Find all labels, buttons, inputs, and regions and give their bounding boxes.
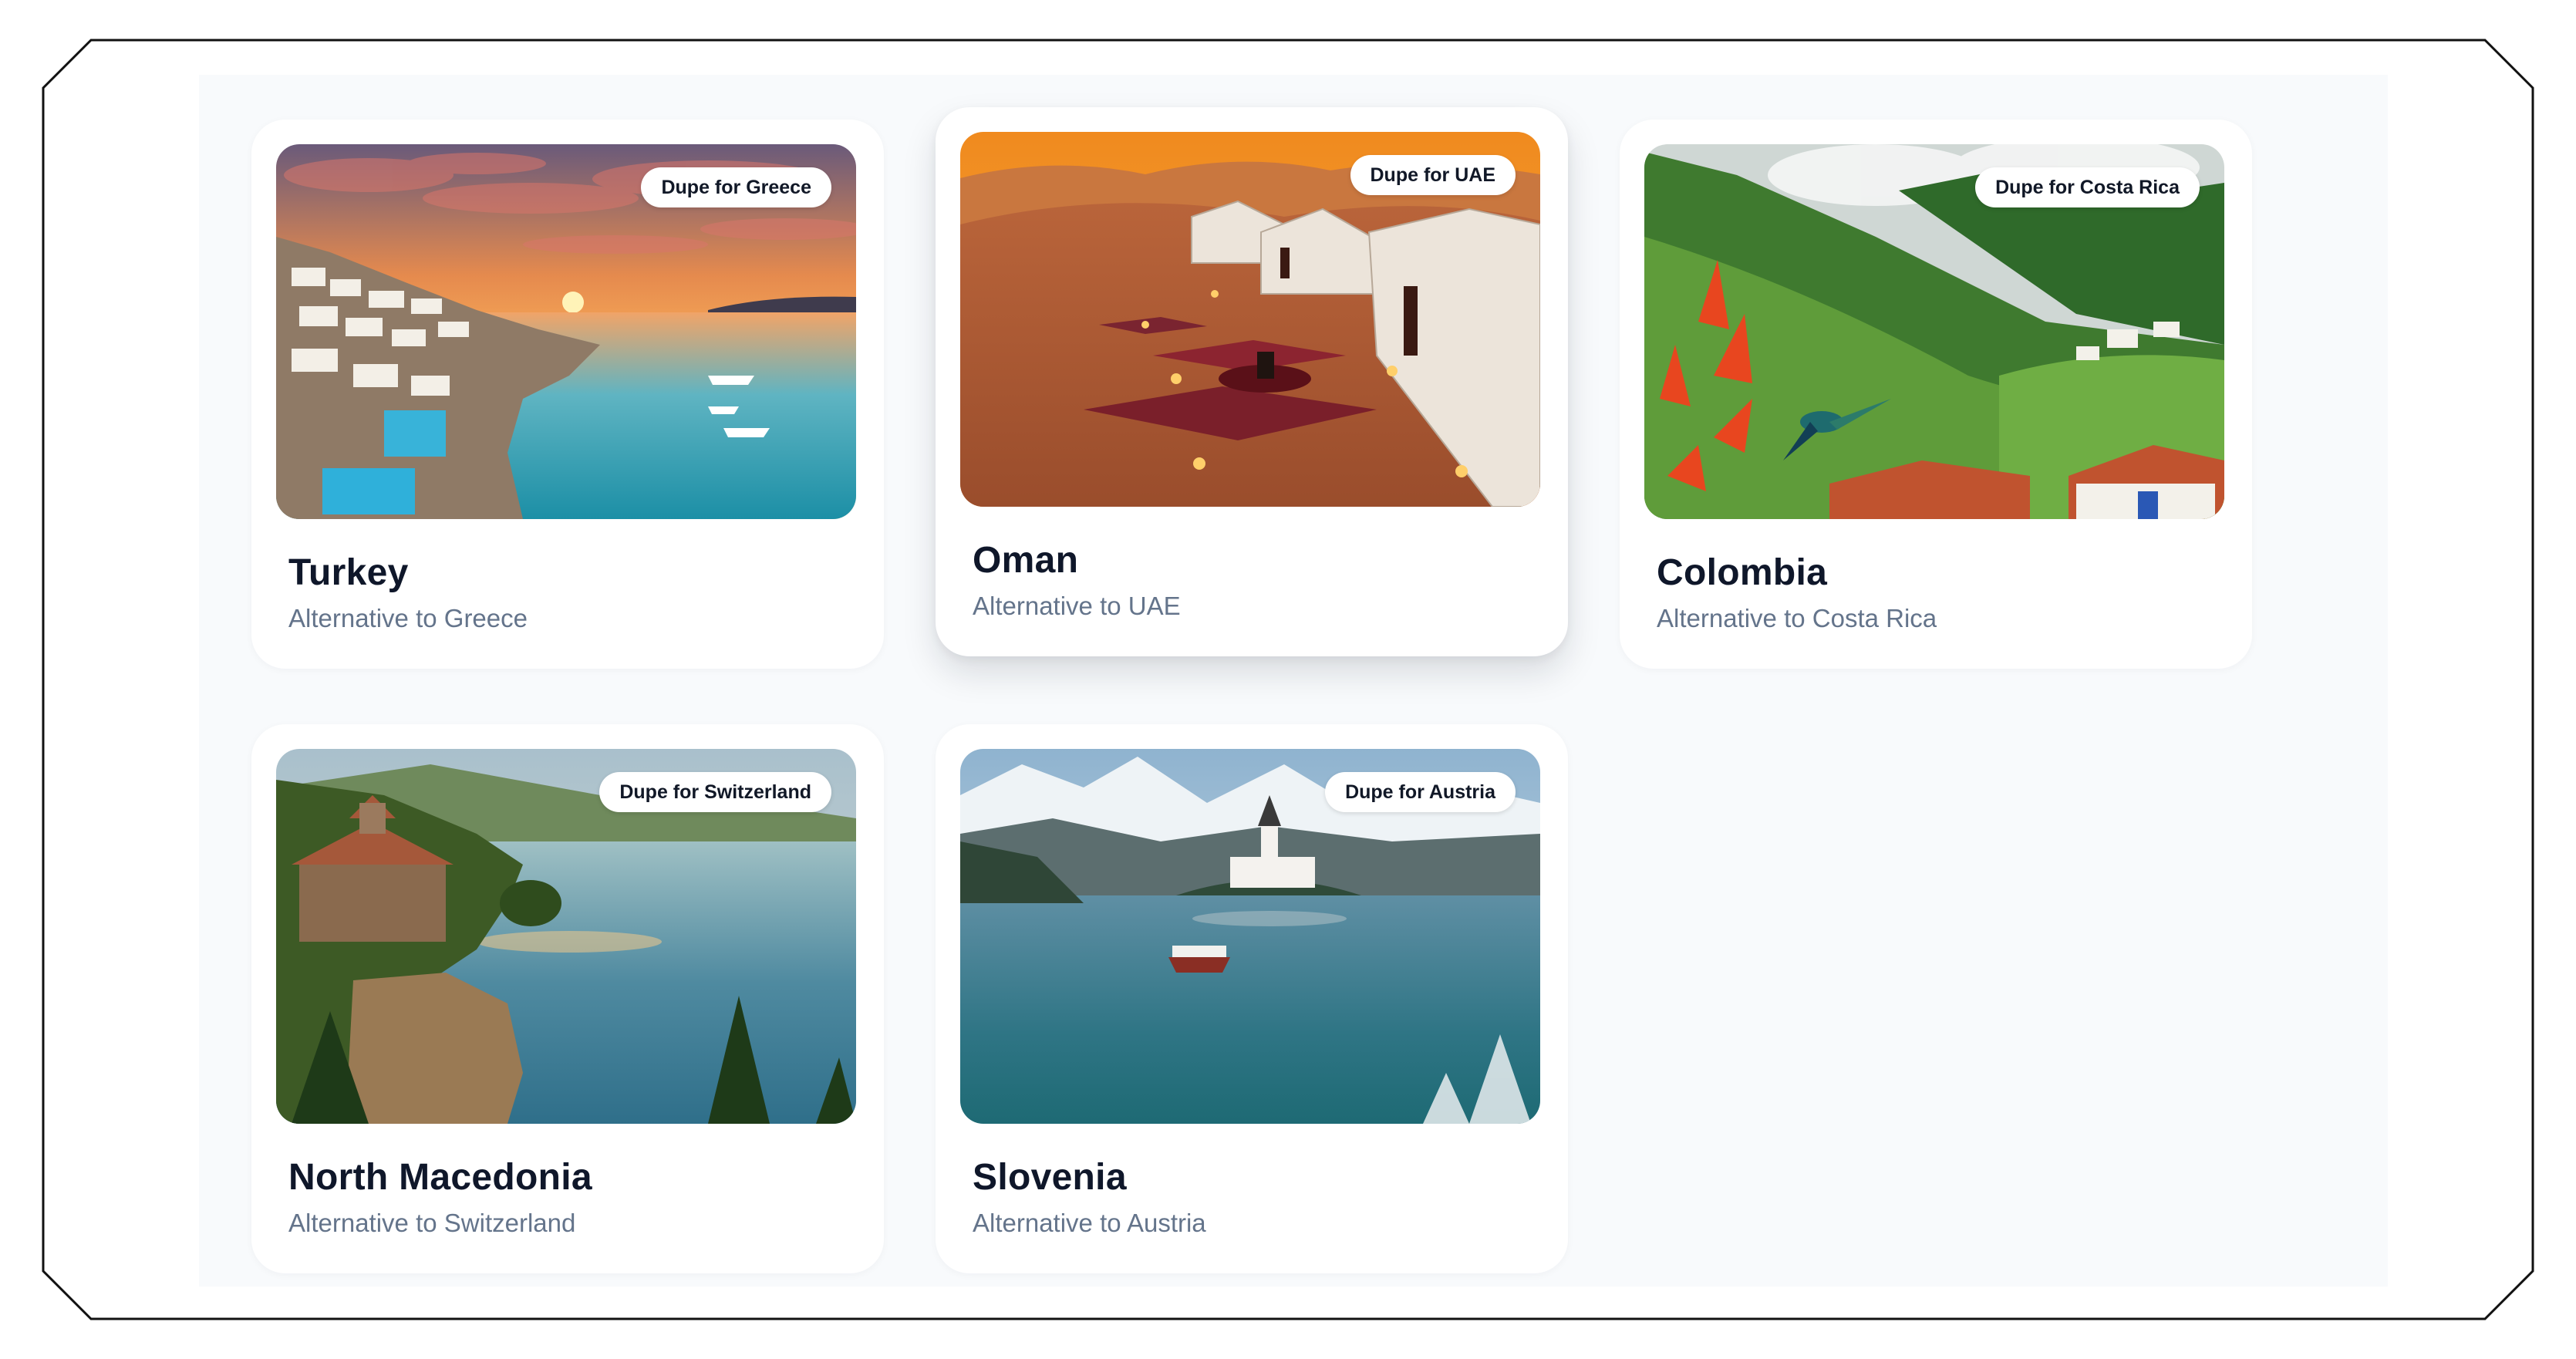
destination-name: Slovenia (973, 1157, 1127, 1198)
destination-card-oman[interactable]: Dupe for UAE Oman Alternative to UAE (936, 107, 1568, 656)
destination-alternative: Alternative to Austria (973, 1209, 1206, 1237)
destination-alternative: Alternative to Costa Rica (1657, 604, 1937, 632)
dupe-badge: Dupe for Switzerland (599, 772, 831, 812)
destination-card-turkey[interactable]: Dupe for Greece Turkey Alternative to Gr… (251, 120, 884, 669)
destination-alternative: Alternative to UAE (973, 592, 1181, 620)
lake-church-photo: Dupe for Switzerland (276, 749, 856, 1124)
destination-name: Colombia (1657, 552, 1828, 593)
dupe-badge: Dupe for Austria (1325, 772, 1516, 812)
dupe-badge: Dupe for UAE (1350, 155, 1516, 195)
destination-card-colombia[interactable]: Dupe for Costa Rica Colombia Alternative… (1620, 120, 2252, 669)
dupe-badge: Dupe for Costa Rica (1975, 167, 2200, 207)
dupe-badge: Dupe for Greece (641, 167, 831, 207)
destination-card-slovenia[interactable]: Dupe for Austria Slovenia Alternative to… (936, 724, 1568, 1273)
destination-name: North Macedonia (288, 1157, 592, 1198)
coastal-sunset-photo: Dupe for Greece (276, 144, 856, 519)
alpine-lake-island-photo: Dupe for Austria (960, 749, 1540, 1124)
destination-alternative: Alternative to Switzerland (288, 1209, 576, 1237)
destinations-grid: Dupe for Greece Turkey Alternative to Gr… (199, 75, 2388, 1286)
destination-name: Oman (973, 540, 1079, 581)
destination-card-north-macedonia[interactable]: Dupe for Switzerland North Macedonia Alt… (251, 724, 884, 1273)
green-valley-hummingbird-photo: Dupe for Costa Rica (1644, 144, 2224, 519)
desert-camp-photo: Dupe for UAE (960, 132, 1540, 507)
destination-name: Turkey (288, 552, 409, 593)
destination-alternative: Alternative to Greece (288, 604, 528, 632)
